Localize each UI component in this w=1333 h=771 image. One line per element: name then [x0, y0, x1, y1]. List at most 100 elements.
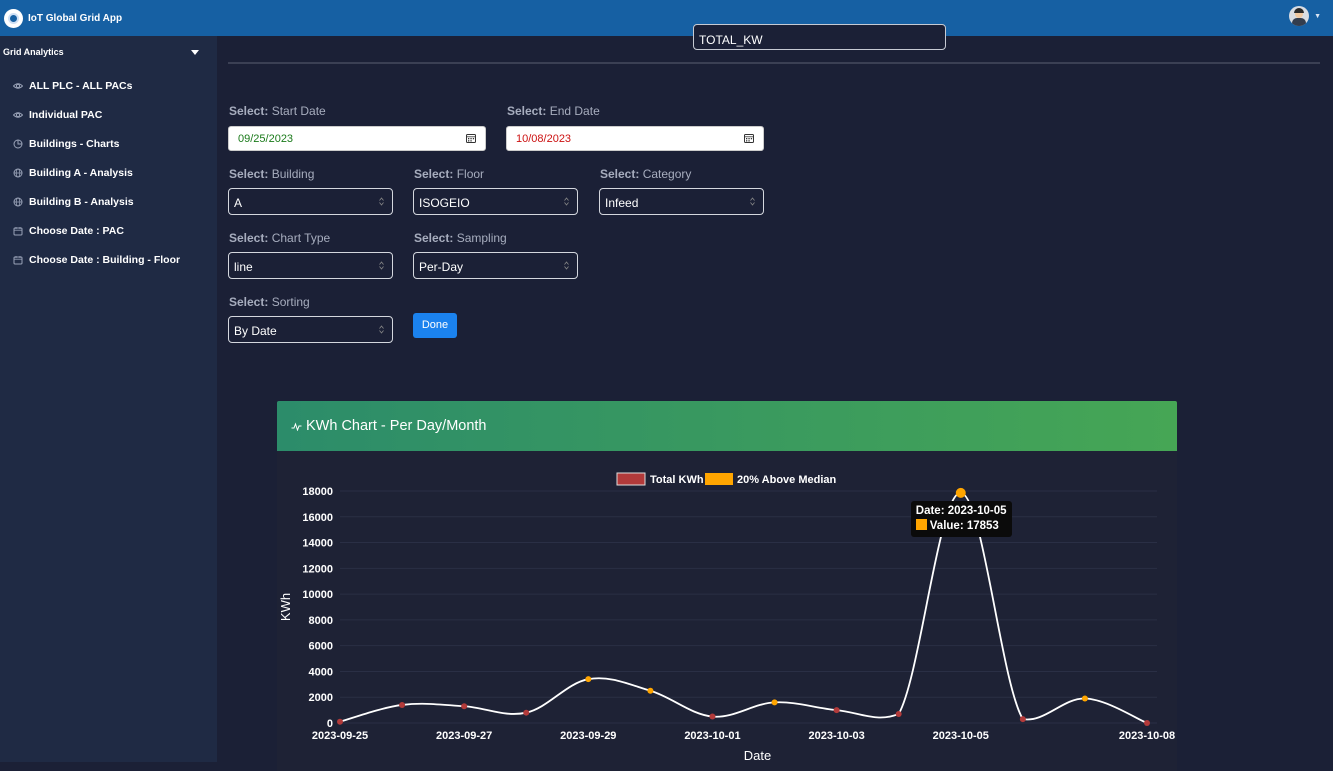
globe-icon [13, 168, 23, 177]
data-point-total [337, 718, 343, 725]
sidebar-section-label: Grid Analytics [3, 47, 64, 57]
x-tick-label: 2023-09-27 [436, 730, 492, 742]
sorting-label: Select: Sorting [229, 295, 310, 309]
data-point-above-median [771, 699, 778, 706]
select-arrows-icon [564, 261, 569, 270]
y-tick-label: 12000 [302, 563, 333, 575]
chart-card-title: KWh Chart - Per Day/Month [306, 418, 487, 434]
chevron-down-icon[interactable]: ▼ [1314, 13, 1321, 20]
y-tick-label: 14000 [302, 538, 333, 550]
kwh-chart-card: KWh Chart - Per Day/Month 0 2000 4000 6000 8… [277, 401, 1177, 771]
sorting-select-value: By Date [234, 324, 277, 338]
select-prefix: Select: [229, 104, 269, 118]
divider [228, 62, 1320, 64]
chart-tooltip: Date: 2023-10-05 Value: 17853 [910, 500, 1012, 537]
sampling-label: Select: Sampling [414, 231, 507, 245]
y-tick-label: 2000 [309, 692, 333, 704]
end-date-label: Select: End Date [507, 104, 600, 118]
data-point-total [523, 709, 530, 716]
user-menu[interactable]: ▼ [1289, 6, 1321, 26]
select-prefix: Select: [414, 167, 454, 181]
sidebar-item-building-a-analysis[interactable]: Building A - Analysis [0, 158, 217, 187]
sidebar-item-choose-date-pac[interactable]: Choose Date : PAC [0, 216, 217, 245]
sidebar-item-label: Choose Date : Building - Floor [29, 253, 181, 266]
sidebar-item-label: Building A - Analysis [29, 166, 133, 179]
sidebar: Grid Analytics ALL PLC - ALL PACs Indivi… [0, 36, 217, 762]
building-label-text: Building [271, 167, 315, 181]
app-logo-icon [4, 8, 23, 28]
select-prefix: Select: [414, 231, 454, 245]
sorting-label-text: Sorting [271, 295, 310, 309]
building-label: Select: Building [229, 167, 314, 181]
sidebar-item-individual-pac[interactable]: Individual PAC [0, 100, 217, 129]
eye-icon [13, 111, 23, 118]
metric-select-value: TOTAL_KW [699, 33, 763, 47]
start-date-value: 09/25/2023 [238, 133, 294, 145]
chart-type-select[interactable]: line [228, 252, 393, 279]
x-tick-label: 2023-10-05 [933, 730, 989, 742]
main-content: TOTAL_KW Select: Start Date 09/25/2023 S… [217, 24, 1333, 771]
data-point-total [399, 701, 406, 708]
start-date-label: Select: Start Date [229, 104, 326, 118]
app-title: IoT Global Grid App [28, 12, 123, 24]
select-prefix: Select: [229, 295, 269, 309]
select-arrows-icon [379, 325, 384, 334]
brand[interactable]: IoT Global Grid App [4, 8, 123, 28]
sidebar-item-buildings-charts[interactable]: Buildings - Charts [0, 129, 217, 158]
floor-select[interactable]: ISOGEIO [413, 188, 578, 215]
category-label: Select: Category [600, 167, 691, 181]
line-chart-icon [291, 422, 302, 431]
pie-chart-icon [13, 139, 23, 148]
globe-icon [13, 197, 23, 206]
calendar-icon[interactable] [466, 133, 476, 143]
category-select[interactable]: Infeed [599, 188, 764, 215]
sampling-select-value: Per-Day [419, 260, 464, 274]
tooltip-date: Date: 2023-10-05 [915, 504, 1007, 517]
x-tick-label: 2023-10-01 [684, 730, 740, 742]
select-prefix: Select: [507, 104, 547, 118]
end-date-value: 10/08/2023 [516, 133, 572, 145]
calendar-icon [13, 255, 23, 264]
floor-label-text: Floor [456, 167, 485, 181]
sampling-select[interactable]: Per-Day [413, 252, 578, 279]
metric-select[interactable]: TOTAL_KW [693, 24, 946, 50]
select-prefix: Select: [229, 231, 269, 245]
data-point-above-median [955, 487, 966, 498]
data-point-total [833, 707, 840, 714]
y-tick-label: 16000 [302, 512, 333, 524]
y-tick-label: 0 [327, 718, 333, 730]
kwh-line-chart: 0 2000 4000 6000 8000 10000 12000 14000 16000 180… [278, 472, 1175, 763]
y-tick-label: 8000 [309, 615, 333, 627]
avatar[interactable] [1289, 6, 1310, 26]
done-button[interactable]: Done [413, 313, 457, 338]
sidebar-item-all-plc-all-pacs[interactable]: ALL PLC - ALL PACs [0, 71, 217, 100]
x-tick-label: 2023-09-25 [312, 730, 368, 742]
category-select-value: Infeed [605, 196, 639, 210]
legend-label-above-median: 20% Above Median [737, 474, 837, 486]
tooltip-value-row: Value: 17853 [915, 518, 1007, 534]
start-date-input[interactable]: 09/25/2023 [228, 126, 486, 151]
data-point-above-median [585, 676, 592, 683]
y-tick-label: 4000 [309, 666, 333, 678]
select-prefix: Select: [600, 167, 640, 181]
sidebar-item-label: ALL PLC - ALL PACs [29, 79, 133, 92]
building-select[interactable]: A [228, 188, 393, 215]
data-point-total [1144, 720, 1150, 726]
sidebar-item-building-b-analysis[interactable]: Building B - Analysis [0, 187, 217, 216]
data-point-above-median [1081, 695, 1088, 702]
series-line-total-kwh [339, 491, 1148, 724]
y-tick-label: 10000 [302, 589, 333, 601]
sidebar-item-choose-date-building-floor[interactable]: Choose Date : Building - Floor [0, 245, 217, 274]
chevron-down-icon[interactable] [191, 49, 199, 55]
select-arrows-icon [379, 261, 384, 270]
calendar-icon[interactable] [744, 133, 754, 143]
sidebar-section-grid-analytics[interactable]: Grid Analytics [0, 36, 217, 68]
data-point-total [1019, 716, 1026, 723]
sidebar-item-label: Buildings - Charts [29, 137, 120, 150]
data-point-total [895, 710, 902, 717]
select-arrows-icon [564, 197, 569, 206]
sorting-select[interactable]: By Date [228, 316, 393, 343]
end-date-input[interactable]: 10/08/2023 [506, 126, 764, 151]
sidebar-item-label: Building B - Analysis [29, 195, 134, 208]
x-tick-label: 2023-10-03 [808, 730, 864, 742]
